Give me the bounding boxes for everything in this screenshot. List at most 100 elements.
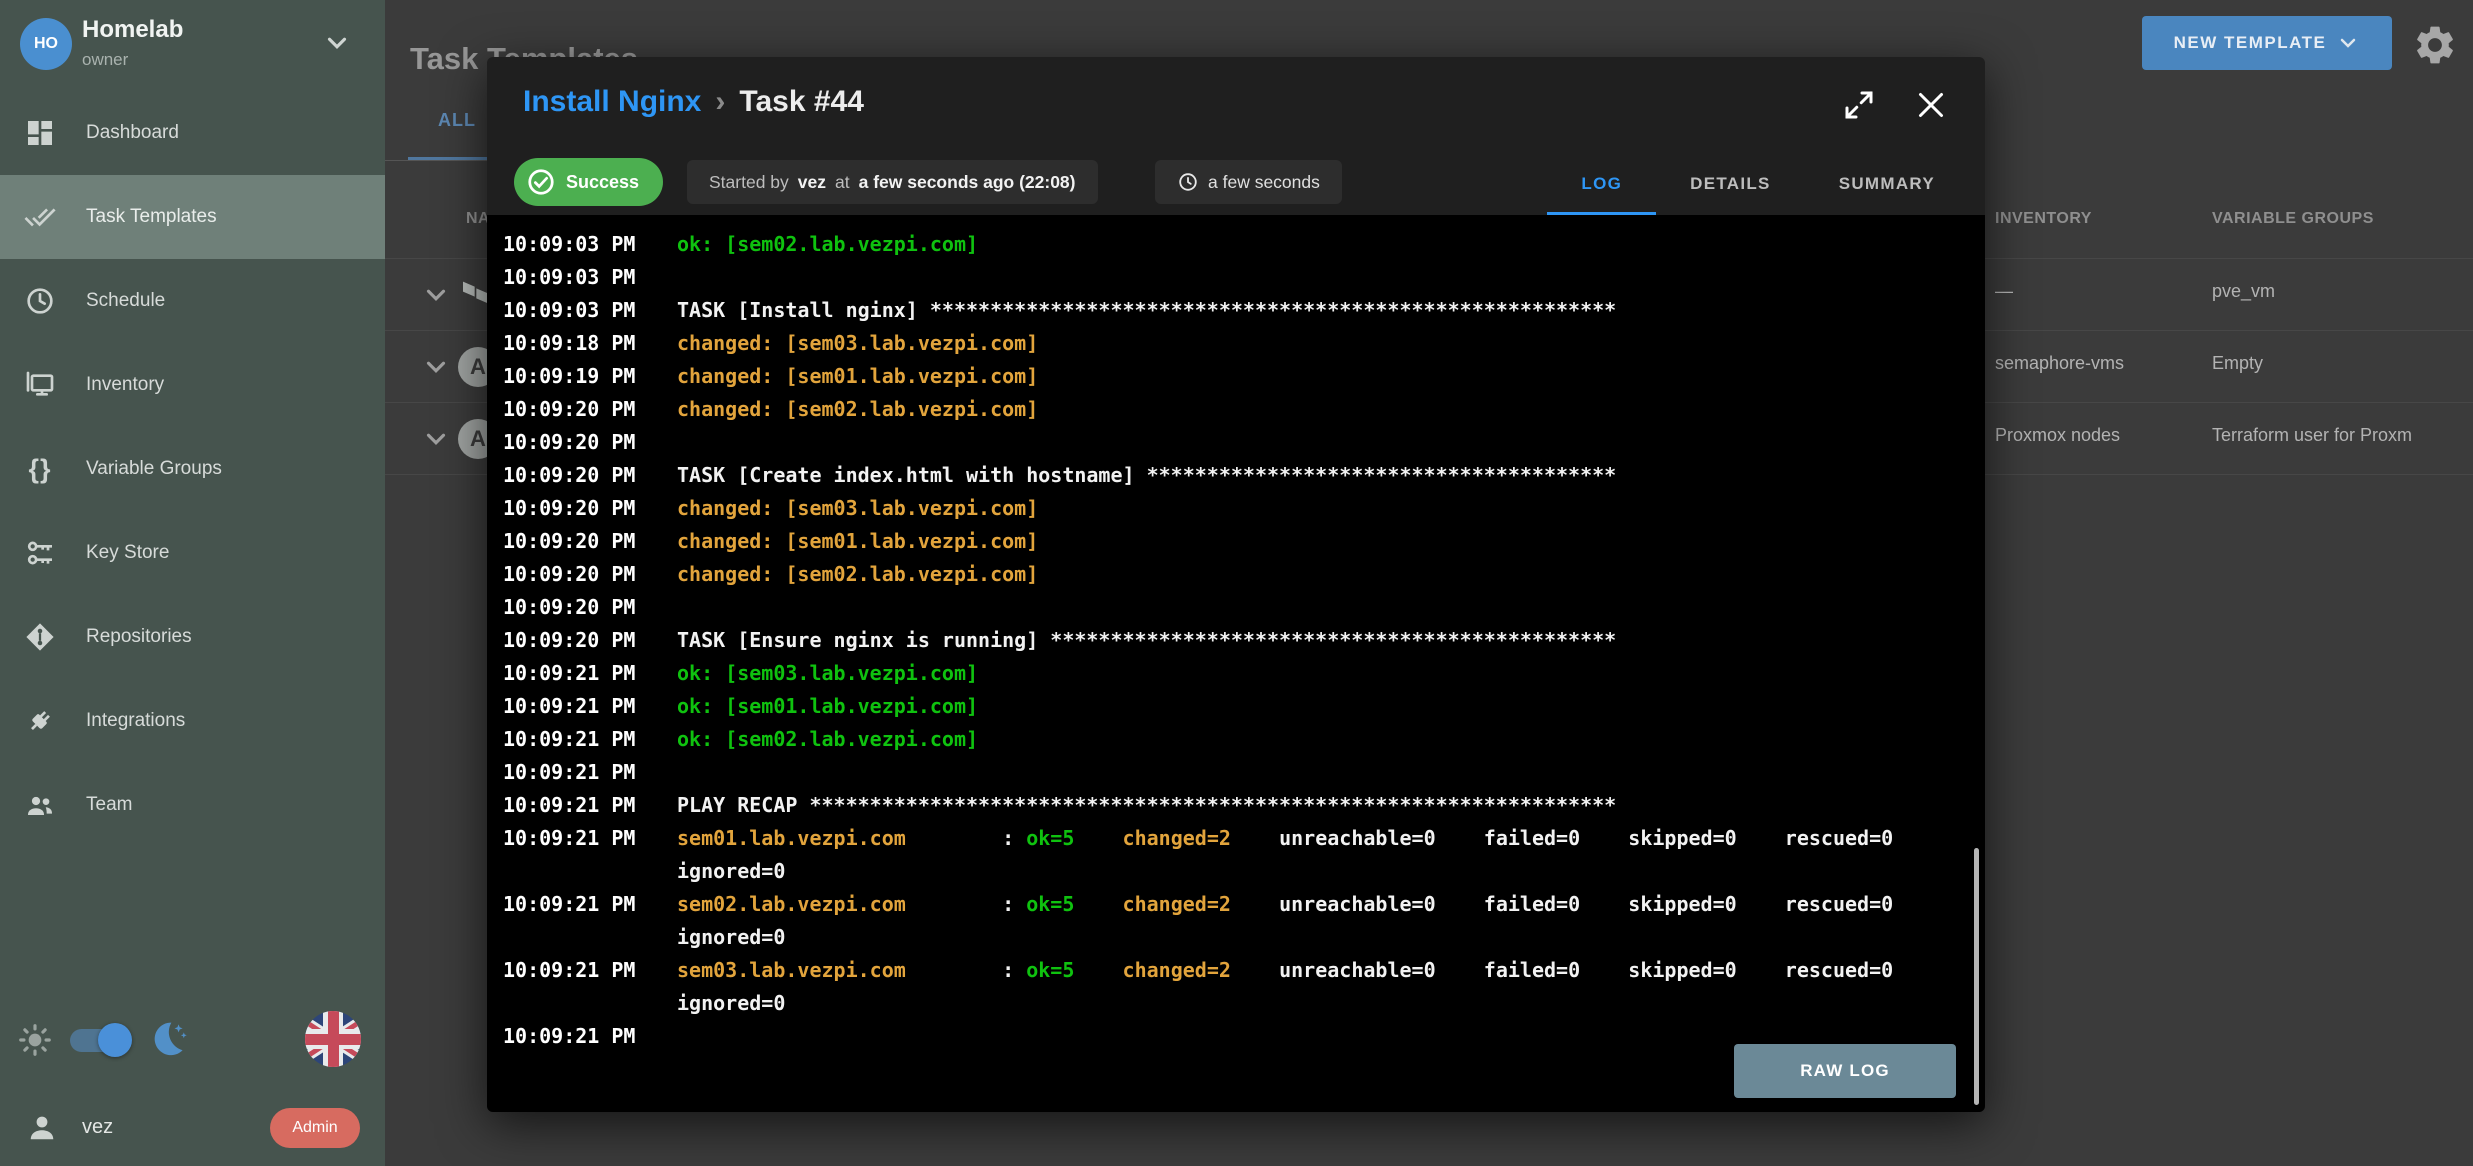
column-header-variable-groups: VARIABLE GROUPS [2212, 210, 2374, 228]
cell-inventory: Proxmox nodes [1995, 425, 2120, 446]
log-line: 10:09:19 PMchanged: [sem01.lab.vezpi.com… [503, 360, 1985, 393]
braces-icon: {} [24, 453, 56, 485]
cell-variable-groups: Empty [2212, 353, 2473, 374]
sidebar-item-variable-groups[interactable]: {} Variable Groups [0, 427, 385, 511]
log-scrollbar[interactable] [1974, 848, 1979, 1105]
log-line: 10:09:18 PMchanged: [sem03.lab.vezpi.com… [503, 327, 1985, 360]
log-line: 10:09:20 PMchanged: [sem03.lab.vezpi.com… [503, 492, 1985, 525]
sidebar-item-dashboard[interactable]: Dashboard [0, 91, 385, 175]
log-text: changed: [sem03.lab.vezpi.com] [677, 492, 1038, 525]
log-timestamp: 10:09:21 PM [503, 657, 677, 690]
duration-label: a few seconds [1208, 172, 1320, 193]
monitor-icon [24, 369, 56, 401]
language-flag-icon[interactable] [305, 1011, 361, 1067]
started-time: a few seconds ago (22:08) [859, 172, 1076, 193]
log-timestamp: 10:09:20 PM [503, 525, 677, 558]
sidebar-item-task-templates[interactable]: Task Templates [0, 175, 385, 259]
log-timestamp: 10:09:20 PM [503, 459, 677, 492]
sidebar-item-repositories[interactable]: Repositories [0, 595, 385, 679]
log-text: ok: [sem01.lab.vezpi.com] [677, 690, 978, 723]
log-timestamp: 10:09:21 PM [503, 723, 677, 756]
log-line: 10:09:21 PMsem02.lab.vezpi.com : ok=5 ch… [503, 888, 1985, 921]
log-timestamp: 10:09:20 PM [503, 558, 677, 591]
sidebar-item-key-store[interactable]: Key Store [0, 511, 385, 595]
expand-icon[interactable] [1841, 87, 1877, 123]
sun-icon [16, 1021, 54, 1059]
cell-inventory: semaphore-vms [1995, 353, 2124, 374]
task-title: Task #44 [739, 85, 864, 119]
dark-mode-toggle[interactable] [70, 1029, 128, 1052]
log-timestamp [503, 921, 677, 954]
moon-icon [146, 1017, 188, 1059]
log-text: ok: [sem02.lab.vezpi.com] [677, 228, 978, 261]
log-timestamp [503, 855, 677, 888]
sidebar-item-team[interactable]: Team [0, 763, 385, 847]
log-timestamp: 10:09:21 PM [503, 888, 677, 921]
check-circle-icon [526, 167, 556, 197]
duration-chip: a few seconds [1155, 160, 1342, 204]
sidebar-item-label: Schedule [86, 290, 165, 312]
user-menu[interactable]: vez Admin [0, 1100, 385, 1156]
log-line: 10:09:20 PM [503, 426, 1985, 459]
log-line: 10:09:21 PMPLAY RECAP ******************… [503, 789, 1985, 822]
raw-log-button[interactable]: RAW LOG [1734, 1044, 1956, 1098]
sidebar-item-label: Repositories [86, 626, 192, 648]
cell-variable-groups: pve_vm [2212, 281, 2473, 302]
log-timestamp: 10:09:03 PM [503, 294, 677, 327]
chevron-down-icon[interactable] [421, 352, 451, 382]
log-timestamp: 10:09:20 PM [503, 492, 677, 525]
log-text: changed: [sem03.lab.vezpi.com] [677, 327, 1038, 360]
tab-log[interactable]: LOG [1547, 153, 1656, 215]
person-icon [24, 1110, 60, 1146]
sidebar-item-label: Inventory [86, 374, 164, 396]
log-line: 10:09:20 PM [503, 591, 1985, 624]
log-timestamp: 10:09:21 PM [503, 954, 677, 987]
team-name: Homelab [82, 16, 183, 44]
cell-variable-groups: Terraform user for Proxm [2212, 425, 2473, 446]
close-icon[interactable] [1913, 87, 1949, 123]
sidebar-nav: Dashboard Task Templates Schedule Inventory… [0, 91, 385, 847]
modal-tabs: LOGDETAILSSUMMARY [1547, 153, 1969, 215]
tab-summary[interactable]: SUMMARY [1805, 153, 1969, 215]
log-line: 10:09:20 PMTASK [Ensure nginx is running… [503, 624, 1985, 657]
column-header-name: NAME [466, 210, 487, 228]
started-user: vez [798, 172, 826, 193]
team-avatar: HO [20, 18, 72, 70]
tab-all[interactable]: ALL [438, 110, 476, 131]
team-switcher[interactable]: HO Homelab owner [0, 0, 385, 92]
sidebar-item-schedule[interactable]: Schedule [0, 259, 385, 343]
sidebar-item-label: Task Templates [86, 206, 217, 228]
team-role: owner [82, 50, 128, 70]
chevron-down-icon[interactable] [421, 280, 451, 310]
gear-icon[interactable] [2412, 22, 2458, 68]
log-timestamp: 10:09:19 PM [503, 360, 677, 393]
sidebar-item-inventory[interactable]: Inventory [0, 343, 385, 427]
log-timestamp: 10:09:21 PM [503, 1020, 677, 1053]
log-timestamp: 10:09:21 PM [503, 690, 677, 723]
sidebar-item-label: Dashboard [86, 122, 179, 144]
theme-controls [0, 1015, 385, 1065]
sidebar-item-label: Variable Groups [86, 458, 222, 480]
sidebar-item-label: Team [86, 794, 132, 816]
log-timestamp: 10:09:20 PM [503, 591, 677, 624]
log-text: TASK [Install nginx] *******************… [677, 294, 1616, 327]
log-text: sem01.lab.vezpi.com : ok=5 changed=2 unr… [677, 822, 1893, 855]
tab-details[interactable]: DETAILS [1656, 153, 1805, 215]
user-name: vez [82, 1116, 113, 1139]
log-timestamp: 10:09:20 PM [503, 426, 677, 459]
log-timestamp: 10:09:21 PM [503, 822, 677, 855]
log-line: 10:09:21 PMok: [sem03.lab.vezpi.com] [503, 657, 1985, 690]
log-line: 10:09:21 PMok: [sem02.lab.vezpi.com] [503, 723, 1985, 756]
log-timestamp: 10:09:21 PM [503, 789, 677, 822]
keys-icon [24, 537, 56, 569]
sidebar: HO Homelab owner Dashboard Task Templates… [0, 0, 385, 1166]
chevron-down-icon[interactable] [421, 424, 451, 454]
log-text: TASK [Ensure nginx is running] *********… [677, 624, 1616, 657]
template-link[interactable]: Install Nginx [523, 85, 701, 119]
log-timestamp: 10:09:20 PM [503, 624, 677, 657]
new-template-button[interactable]: NEW TEMPLATE [2142, 16, 2392, 70]
started-middle: at [835, 172, 850, 193]
log-timestamp: 10:09:03 PM [503, 228, 677, 261]
sidebar-item-integrations[interactable]: Integrations [0, 679, 385, 763]
started-prefix: Started by [709, 172, 789, 193]
